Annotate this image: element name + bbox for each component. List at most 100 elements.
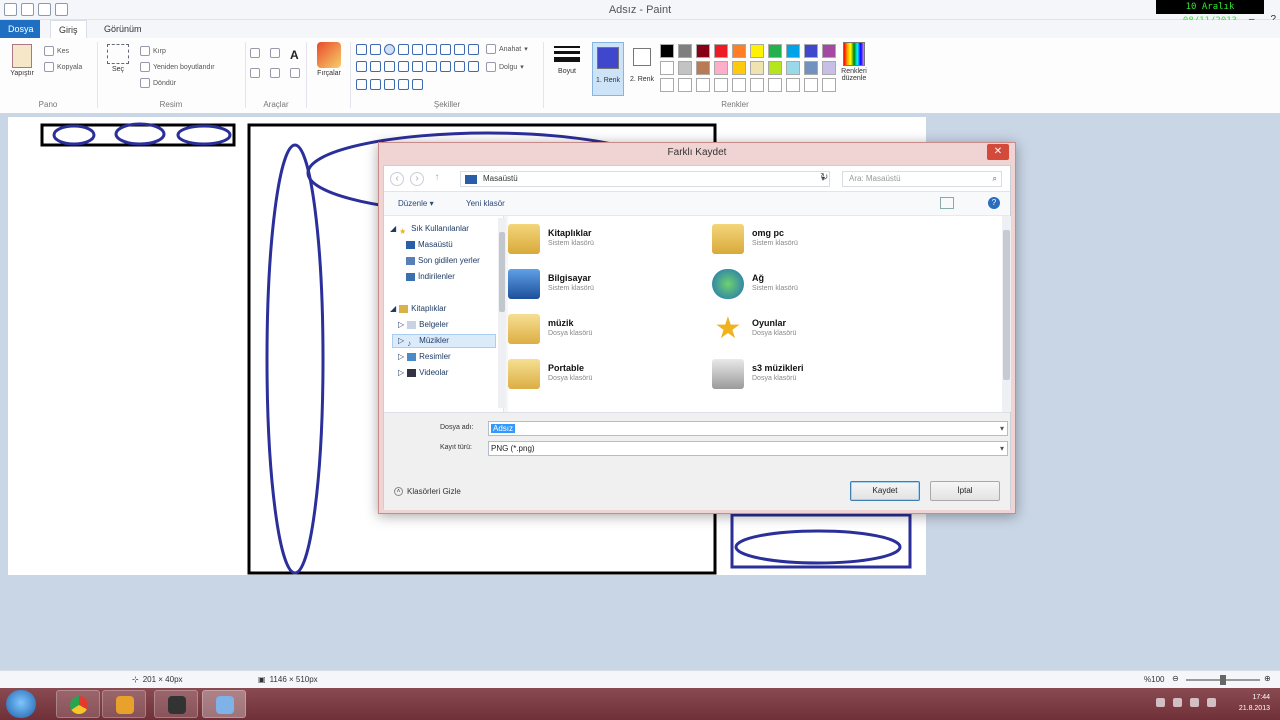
fill-bucket-icon[interactable] <box>270 48 280 58</box>
search-input[interactable]: Ara: Masaüstü ⌕ <box>842 171 1002 187</box>
tree-item-music[interactable]: ▷ ♪ Müzikler <box>392 334 496 348</box>
palette-swatch[interactable] <box>678 44 692 58</box>
file-item[interactable]: s3 müzikleri Dosya klasörü <box>712 357 912 397</box>
flag-icon[interactable] <box>1207 698 1216 707</box>
volume-icon[interactable] <box>1190 698 1199 707</box>
file-item[interactable]: Ağ Sistem klasörü <box>712 267 912 307</box>
files-scrollbar-thumb[interactable] <box>1003 230 1010 380</box>
triangle-shape-icon[interactable] <box>440 44 451 55</box>
palette-swatch[interactable] <box>786 78 800 92</box>
palette-swatch[interactable] <box>714 61 728 75</box>
left-arrow-shape-icon[interactable] <box>398 61 409 73</box>
color1-button[interactable]: 1. Renk <box>592 42 624 96</box>
tree-item-videos[interactable]: ▷ Videolar <box>398 366 448 380</box>
tray-arrow-icon[interactable] <box>1156 698 1165 707</box>
back-icon[interactable]: ‹ <box>390 172 404 186</box>
tab-home[interactable]: Giriş <box>50 20 87 38</box>
brushes-button[interactable]: Fırçalar <box>312 42 346 77</box>
palette-swatch[interactable] <box>804 61 818 75</box>
close-icon[interactable]: ✕ <box>987 144 1009 160</box>
file-item[interactable]: Portable Dosya klasörü <box>508 357 708 397</box>
palette-swatch[interactable] <box>786 44 800 58</box>
palette-swatch[interactable] <box>696 61 710 75</box>
hide-folders-toggle[interactable]: ˄ Klasörleri Gizle <box>394 487 461 496</box>
palette-swatch[interactable] <box>714 44 728 58</box>
zoom-slider[interactable] <box>1186 675 1260 685</box>
color-palette[interactable] <box>660 44 837 92</box>
crop-button[interactable]: Kırp <box>140 46 166 56</box>
tree-item-recent[interactable]: Son gidilen yerler <box>406 254 480 268</box>
taskbar-chrome[interactable] <box>56 690 100 718</box>
callout-oval-shape-icon[interactable] <box>370 78 381 90</box>
color2-button[interactable]: 2. Renk <box>628 42 656 83</box>
palette-swatch[interactable] <box>660 78 674 92</box>
file-item[interactable]: Kitaplıklar Sistem klasörü <box>508 222 708 262</box>
tree-item-favorites[interactable]: ◢ ★ Sık Kullanılanlar <box>390 222 469 236</box>
address-path[interactable]: Masaüstü ▾ <box>460 171 830 187</box>
taskbar-app[interactable] <box>154 690 198 718</box>
six-point-star-shape-icon[interactable] <box>468 61 479 73</box>
tree-item-downloads[interactable]: İndirilenler <box>406 270 455 284</box>
forward-icon[interactable]: › <box>410 172 424 186</box>
text-tool-icon[interactable]: A <box>290 48 304 62</box>
callout-cloud-shape-icon[interactable] <box>384 78 395 90</box>
organize-button[interactable]: Düzenle ▾ <box>398 199 434 208</box>
pentagon-shape-icon[interactable] <box>356 61 367 73</box>
fill-dropdown[interactable]: Dolgu ▾ <box>486 62 524 72</box>
callout-rect-shape-icon[interactable] <box>356 78 367 90</box>
tree-item-pictures[interactable]: ▷ Resimler <box>398 350 451 364</box>
magnifier-icon[interactable] <box>290 68 300 78</box>
copy-button[interactable]: Kopyala <box>44 62 82 72</box>
tree-item-documents[interactable]: ▷ Belgeler <box>398 318 449 332</box>
palette-swatch[interactable] <box>732 78 746 92</box>
file-item[interactable]: omg pc Sistem klasörü <box>712 222 912 262</box>
file-item[interactable]: müzik Dosya klasörü <box>508 312 708 352</box>
shapes-gallery[interactable] <box>356 44 479 94</box>
cancel-button[interactable]: İptal <box>930 481 1000 501</box>
resize-button[interactable]: Yeniden boyutlandır <box>140 62 215 72</box>
curve-shape-icon[interactable] <box>370 44 381 55</box>
palette-swatch[interactable] <box>696 44 710 58</box>
palette-swatch[interactable] <box>732 44 746 58</box>
palette-swatch[interactable] <box>696 78 710 92</box>
palette-swatch[interactable] <box>678 61 692 75</box>
new-folder-button[interactable]: Yeni klasör <box>466 199 505 208</box>
zoom-slider-knob[interactable] <box>1220 675 1226 685</box>
filetype-select[interactable]: PNG (*.png) ▾ <box>488 441 1008 456</box>
oval-shape-icon[interactable] <box>384 44 395 55</box>
taskbar-media[interactable] <box>102 690 146 718</box>
palette-swatch[interactable] <box>768 78 782 92</box>
rectangle-shape-icon[interactable] <box>398 44 409 55</box>
right-triangle-shape-icon[interactable] <box>454 44 465 55</box>
hexagon-shape-icon[interactable] <box>370 61 381 73</box>
palette-swatch[interactable] <box>678 78 692 92</box>
tree-item-libraries[interactable]: ◢ Kitaplıklar <box>390 302 446 316</box>
file-item[interactable]: Bilgisayar Sistem klasörü <box>508 267 708 307</box>
line-shape-icon[interactable] <box>356 44 367 55</box>
filename-input[interactable]: Adsız ▾ <box>488 421 1008 436</box>
rotate-button[interactable]: Döndür <box>140 78 176 88</box>
help-icon[interactable]: ? <box>988 197 1000 209</box>
paste-button[interactable]: Yapıştır <box>6 44 38 77</box>
palette-swatch[interactable] <box>660 44 674 58</box>
lightning-shape-icon[interactable] <box>412 78 423 90</box>
tree-scrollbar-thumb[interactable] <box>499 232 505 312</box>
eraser-icon[interactable] <box>250 68 260 78</box>
file-item[interactable]: ★ Oyunlar Dosya klasörü <box>712 312 912 352</box>
pencil-icon[interactable] <box>250 48 260 58</box>
chevron-down-icon[interactable]: ▾ <box>1000 422 1004 435</box>
cut-button[interactable]: Kes <box>44 46 69 56</box>
palette-swatch[interactable] <box>786 61 800 75</box>
heart-shape-icon[interactable] <box>398 78 409 90</box>
files-scrollbar[interactable] <box>1002 216 1011 412</box>
refresh-icon[interactable]: ↻ <box>820 172 828 183</box>
palette-swatch[interactable] <box>750 78 764 92</box>
down-arrow-shape-icon[interactable] <box>426 61 437 73</box>
palette-swatch[interactable] <box>750 44 764 58</box>
select-button[interactable]: Seç <box>104 44 132 73</box>
save-button[interactable]: Kaydet <box>850 481 920 501</box>
taskbar-paint[interactable] <box>202 690 246 718</box>
palette-swatch[interactable] <box>732 61 746 75</box>
start-button-icon[interactable] <box>6 690 36 718</box>
palette-swatch[interactable] <box>750 61 764 75</box>
